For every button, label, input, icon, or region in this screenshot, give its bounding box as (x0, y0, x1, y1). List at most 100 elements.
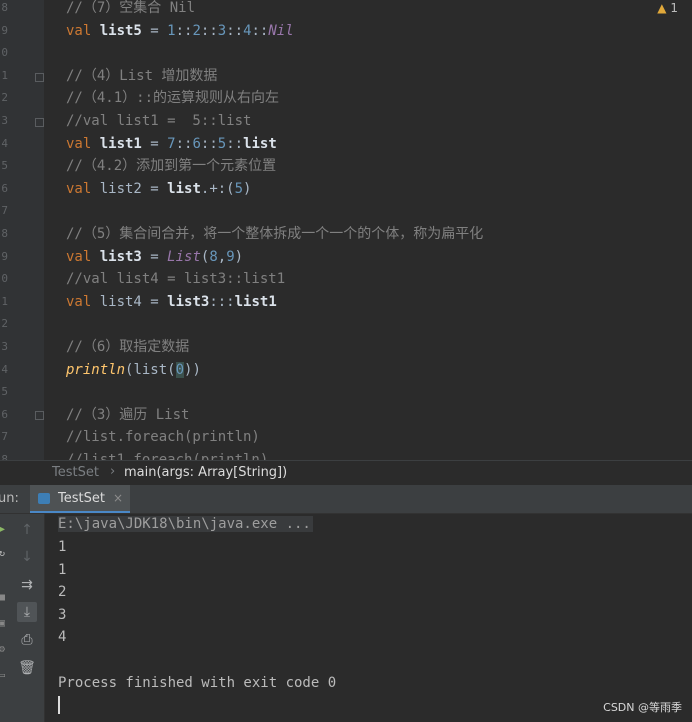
tab-testset[interactable]: TestSet × (30, 485, 130, 513)
breadcrumb-method[interactable]: main(args: Array[String]) (124, 465, 287, 480)
code-token: list4 (99, 293, 142, 310)
line-number: 5 (1, 385, 8, 399)
code-line[interactable]: //val list1 = 5::list (66, 111, 251, 131)
code-editor[interactable]: 890123456789012345678 //（7）空集合 Nil val li… (0, 0, 692, 460)
code-token: = (141, 293, 168, 310)
code-line[interactable]: //（4.2）添加到第一个元素位置 (66, 156, 276, 176)
code-line[interactable]: val list2 = list.+:(5) (66, 179, 251, 199)
code-token: :: (226, 135, 244, 152)
line-number: 0 (1, 272, 8, 286)
run-config-icon (38, 493, 50, 504)
code-token: :: (226, 22, 244, 39)
code-line[interactable]: //（4）List 增加数据 (66, 66, 217, 86)
code-line[interactable]: //（6）取指定数据 (66, 337, 189, 357)
pin-icon[interactable]: ▭ (0, 670, 8, 681)
code-token: 5 (234, 180, 244, 197)
code-line[interactable]: //（7）空集合 Nil (66, 0, 195, 18)
text-caret (58, 696, 60, 714)
line-number: 7 (1, 430, 8, 444)
code-token: = (141, 135, 168, 152)
code-line[interactable]: //（4.1）::的运算规则从右向左 (66, 88, 279, 108)
code-line[interactable]: val list3 = List(8,9) (66, 247, 243, 267)
code-line[interactable]: //list.foreach(println) (66, 427, 260, 447)
arrow-up-icon[interactable]: ↑ (17, 520, 37, 540)
code-line[interactable]: //（5）集合间合并，将一个整体拆成一个一个的个体，称为扁平化 (66, 224, 483, 244)
arrow-down-icon[interactable]: ↓ (17, 547, 37, 567)
code-token: ) (243, 180, 252, 197)
restart-icon[interactable]: ↻ (0, 548, 8, 559)
code-token: , (217, 248, 227, 265)
line-number: 9 (1, 23, 8, 37)
rerun-icon[interactable]: ▶ (0, 524, 8, 535)
line-number: 2 (1, 91, 8, 105)
console-panel: ▶ ↻ ■ ▣ ⚙ ▭ ↑ ↓ ⇉ ⤓ ⎙ 🗑 E:\java\JDK18\bi… (0, 514, 692, 722)
line-number: 9 (1, 249, 8, 263)
camera-icon[interactable]: ▣ (0, 618, 8, 629)
code-token: //（4.2）添加到第一个元素位置 (66, 158, 277, 175)
code-token: .+:( (200, 180, 235, 197)
breadcrumb: TestSet › main(args: Array[String]) (0, 460, 692, 485)
code-token: //list.foreach(println) (66, 429, 260, 446)
warning-count: 1 (670, 1, 678, 15)
line-number: 3 (1, 340, 8, 353)
line-number: 1 (1, 68, 8, 82)
code-line[interactable]: //val list4 = list3::list1 (66, 269, 285, 289)
settings-icon[interactable]: ⚙ (0, 644, 8, 655)
code-token: 0 (175, 361, 185, 378)
code-token: 9 (226, 248, 235, 265)
code-token: val (66, 293, 100, 310)
code-token: 3 (217, 22, 227, 39)
stop-icon[interactable]: ■ (0, 592, 8, 603)
code-line[interactable]: println(list(0)) (66, 360, 201, 380)
code-token: list2 (99, 180, 142, 197)
code-token: //（7）空集合 Nil (66, 0, 196, 16)
trash-icon[interactable]: 🗑 (17, 658, 37, 678)
code-token: //（4）List 增加数据 (66, 67, 218, 84)
code-token: val (66, 135, 100, 152)
warning-indicator[interactable]: ▲ 1 (657, 1, 678, 15)
code-token: //val list1 = 5::list (66, 113, 252, 129)
code-token: Nil (268, 22, 294, 39)
console-command[interactable]: E:\java\JDK18\bin\java.exe ... (58, 516, 313, 532)
code-line[interactable]: val list4 = list3:::list1 (66, 292, 277, 312)
line-number: 2 (1, 317, 8, 331)
code-token: //val list4 = list3::list1 (66, 271, 286, 288)
code-token: :: (175, 22, 193, 39)
line-number: 8 (1, 1, 8, 14)
code-token: 7 (167, 135, 176, 152)
scroll-to-end-icon[interactable]: ⤓ (17, 602, 37, 622)
code-token: 8 (209, 248, 218, 265)
line-number: 8 (1, 453, 8, 460)
console-output-line: 4 (58, 629, 67, 645)
fold-marker-icon[interactable] (35, 118, 44, 127)
code-token: 5 (217, 135, 227, 152)
fold-marker-icon[interactable] (35, 73, 44, 82)
code-token: //（5）集合间合并，将一个整体拆成一个一个的个体，称为扁平化 (66, 226, 484, 242)
code-token: = (141, 180, 168, 197)
code-line[interactable]: //list1.foreach(println) (66, 450, 268, 460)
code-token: List (167, 248, 201, 265)
code-token: val (66, 22, 100, 39)
code-line[interactable]: //（3）遍历 List (66, 405, 189, 425)
console-output-line: 3 (58, 607, 67, 623)
code-token: = (141, 248, 168, 265)
code-line[interactable]: val list5 = 1::2::3::4::Nil (66, 21, 294, 41)
code-token: = (141, 22, 168, 39)
print-icon[interactable]: ⎙ (17, 630, 37, 650)
code-token: //（6）取指定数据 (66, 339, 190, 355)
code-token: )) (184, 361, 201, 378)
code-token: ::: (209, 293, 235, 310)
code-token: list3 (99, 248, 142, 265)
run-tool-window-header: un: TestSet × (0, 485, 692, 514)
code-token: :: (175, 135, 193, 152)
run-label: un: (0, 491, 19, 506)
console-output-line: 2 (58, 584, 67, 600)
run-actions-strip: ▶ ↻ ■ ▣ ⚙ ▭ (0, 514, 10, 722)
code-token: //list1.foreach(println) (66, 452, 269, 460)
breadcrumb-object[interactable]: TestSet (52, 465, 99, 480)
line-number: 4 (1, 136, 8, 150)
close-icon[interactable]: × (113, 491, 123, 505)
code-line[interactable]: val list1 = 7::6::5::list (66, 134, 277, 154)
fold-marker-icon[interactable] (35, 411, 44, 420)
soft-wrap-icon[interactable]: ⇉ (17, 575, 37, 595)
